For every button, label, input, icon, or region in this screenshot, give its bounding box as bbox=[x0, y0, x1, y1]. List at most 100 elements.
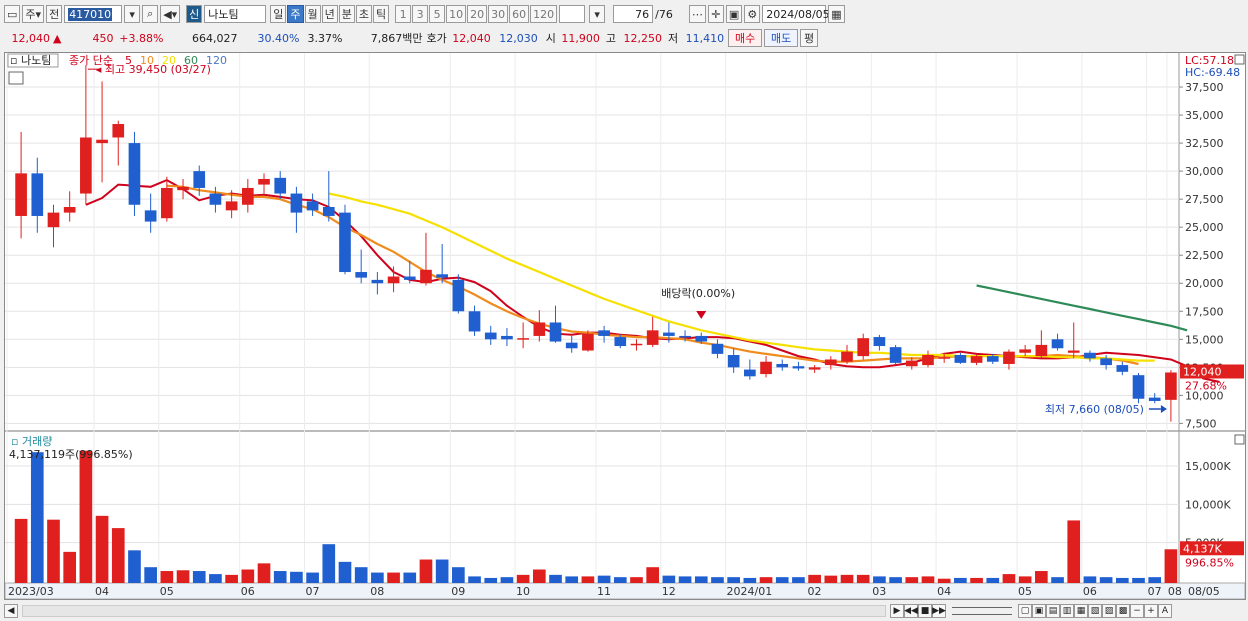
volume-bar bbox=[727, 577, 740, 583]
volume-bar bbox=[1018, 576, 1032, 583]
interval-button[interactable]: 3 bbox=[412, 5, 429, 23]
period-tab[interactable]: 초 bbox=[355, 5, 373, 23]
stock-chart[interactable]: 7,50010,00012,50015,00017,50020,00022,50… bbox=[5, 53, 1245, 599]
interval-button[interactable]: 30 bbox=[488, 5, 509, 23]
period-tab[interactable]: 분 bbox=[338, 5, 355, 23]
y-tick-label: 35,000 bbox=[1185, 109, 1224, 122]
layout-icon-4[interactable]: ▥ bbox=[1060, 604, 1074, 618]
search-icon[interactable]: ⌕ bbox=[142, 5, 159, 23]
candle-body bbox=[824, 359, 837, 366]
volume-bar bbox=[241, 569, 255, 583]
font-size-icon[interactable]: A bbox=[1158, 604, 1172, 618]
candle-body bbox=[452, 279, 465, 312]
date-input[interactable]: 2024/08/05 bbox=[762, 5, 830, 23]
stock-name-field[interactable]: 나노팀 bbox=[204, 5, 267, 23]
turnover: 3.37% bbox=[307, 31, 343, 45]
zoom-out-icon[interactable]: − bbox=[1130, 604, 1144, 618]
period-tab[interactable]: 주 bbox=[287, 5, 304, 23]
volume-bar bbox=[160, 571, 174, 583]
interval-button[interactable]: 120 bbox=[530, 5, 558, 23]
candle-body bbox=[695, 335, 708, 342]
volume-bar bbox=[840, 574, 854, 583]
volume-bar bbox=[808, 574, 821, 583]
prev-button[interactable]: 전 bbox=[46, 5, 63, 23]
candle-body bbox=[209, 193, 222, 205]
x-tick-label: 05 bbox=[1018, 585, 1032, 598]
layout-icon-2[interactable]: ▣ bbox=[1032, 604, 1046, 618]
chart-area[interactable]: 7,50010,00012,50015,00017,50020,00022,50… bbox=[4, 52, 1246, 600]
layout-icon-6[interactable]: ▧ bbox=[1088, 604, 1102, 618]
layout-icon-3[interactable]: ▤ bbox=[1046, 604, 1060, 618]
sell-button[interactable]: 매도 bbox=[764, 29, 799, 47]
candle-body bbox=[306, 201, 319, 211]
volume-bar bbox=[1083, 576, 1097, 583]
count-input[interactable]: 76 bbox=[613, 5, 654, 23]
candle-body bbox=[484, 332, 497, 340]
volume-bar bbox=[435, 559, 449, 583]
period-tab[interactable]: 월 bbox=[304, 5, 321, 23]
x-tick-label: 11 bbox=[597, 585, 611, 598]
period-tab[interactable]: 일 bbox=[270, 5, 287, 23]
volume-bar bbox=[889, 577, 902, 583]
scroll-right-icon[interactable]: ▶ bbox=[890, 604, 904, 618]
scroll-left-icon[interactable]: ◀ bbox=[4, 604, 18, 618]
save-icon[interactable]: ▣ bbox=[725, 5, 743, 23]
interval-button[interactable]: 60 bbox=[509, 5, 530, 23]
layout-icon-7[interactable]: ▨ bbox=[1102, 604, 1116, 618]
volume-bar bbox=[694, 576, 708, 583]
x-tick-label: 05 bbox=[160, 585, 174, 598]
x-tick-label: 08/05 bbox=[1188, 585, 1220, 598]
volume-bar bbox=[532, 569, 546, 583]
high-price: 12,250 bbox=[623, 31, 662, 45]
interval-dropdown-icon[interactable]: ▾ bbox=[589, 5, 606, 23]
buy-button[interactable]: 매수 bbox=[728, 29, 763, 47]
window-icon[interactable]: ▭ bbox=[4, 5, 21, 23]
candle-body bbox=[31, 173, 44, 216]
interval-select[interactable] bbox=[559, 5, 586, 23]
volume-panel-title: ▫ 거래량 bbox=[11, 435, 52, 448]
calendar-icon[interactable]: ▦ bbox=[828, 5, 845, 23]
period-tab[interactable]: 년 bbox=[321, 5, 338, 23]
fast-forward-icon[interactable]: ▶▶ bbox=[932, 604, 946, 618]
volume-bar bbox=[257, 563, 271, 583]
horizontal-scrollbar[interactable] bbox=[22, 605, 886, 617]
interval-buttons: 1 3 5 10 20 30 60 120 bbox=[395, 5, 558, 23]
layout-icon-1[interactable]: ▢ bbox=[1018, 604, 1032, 618]
y-tick-label: 37,500 bbox=[1185, 81, 1224, 94]
zoom-in-icon[interactable]: + bbox=[1144, 604, 1158, 618]
interval-button[interactable]: 20 bbox=[467, 5, 488, 23]
stock-badge: 신 bbox=[186, 5, 203, 23]
period-tab[interactable]: 틱 bbox=[373, 5, 390, 23]
code-dropdown-icon[interactable]: ▾ bbox=[124, 5, 141, 23]
zoom-slider[interactable] bbox=[952, 607, 1012, 615]
volume-panel-info: 4,137,119주(996.85%) bbox=[9, 448, 133, 461]
y-tick-label: 20,000 bbox=[1185, 277, 1224, 290]
layout-icon-8[interactable]: ▩ bbox=[1116, 604, 1130, 618]
market-select[interactable]: 주 ▾ bbox=[22, 5, 45, 23]
code-input[interactable]: 417010 bbox=[64, 5, 123, 23]
candle-body bbox=[1084, 352, 1096, 359]
interval-button[interactable]: 10 bbox=[446, 5, 467, 23]
crosshair-icon[interactable]: ✛ bbox=[707, 5, 724, 23]
layout-icon-5[interactable]: ▦ bbox=[1074, 604, 1088, 618]
current-price: 12,040 bbox=[11, 31, 51, 45]
candle-body bbox=[80, 137, 92, 194]
link-icon[interactable]: ⋯ bbox=[688, 5, 706, 23]
y-tick-label: 15,000 bbox=[1185, 333, 1224, 346]
stop-icon[interactable]: ■ bbox=[918, 604, 932, 618]
candle-body bbox=[614, 337, 627, 347]
eval-button[interactable]: 평 bbox=[800, 29, 819, 47]
volume-ratio: 30.40% bbox=[257, 31, 300, 45]
gear-icon[interactable]: ⚙ bbox=[744, 5, 761, 23]
volume-bar bbox=[192, 571, 206, 583]
market-value: 주 bbox=[25, 8, 36, 21]
candle-body bbox=[986, 356, 999, 362]
y-tick-label: 25,000 bbox=[1185, 221, 1224, 234]
interval-button[interactable]: 1 bbox=[395, 5, 412, 23]
volume-bar bbox=[662, 575, 676, 583]
volume-bar bbox=[500, 577, 514, 583]
interval-button[interactable]: 5 bbox=[429, 5, 446, 23]
rewind-icon[interactable]: ◀◀ bbox=[904, 604, 918, 618]
candle-body bbox=[193, 171, 206, 188]
speaker-icon[interactable]: ◀▾ bbox=[160, 5, 181, 23]
